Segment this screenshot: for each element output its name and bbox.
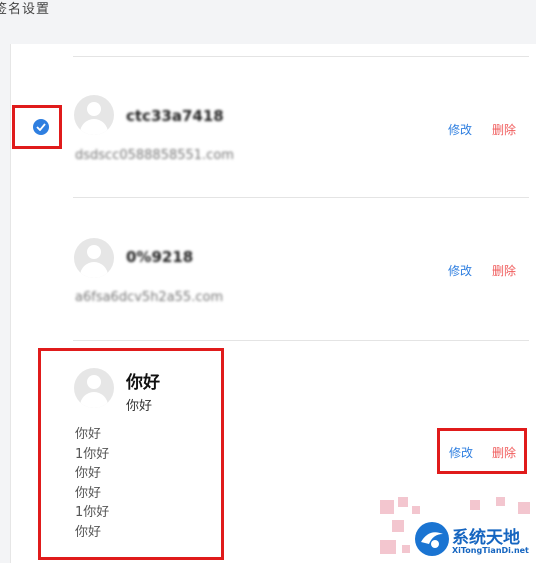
actions-highlight-box: [437, 428, 527, 474]
avatar-placeholder-icon: [74, 238, 114, 278]
page-title: 签名设置: [0, 2, 51, 17]
divider: [73, 197, 529, 198]
signature-name: 0%9218: [126, 248, 194, 266]
divider: [73, 56, 529, 57]
signature-highlight-box: [38, 348, 224, 560]
watermark-logo-icon: [415, 522, 449, 556]
delete-button[interactable]: 删除: [492, 262, 516, 279]
signature-name: ctc33a7418: [126, 107, 224, 125]
watermark-url: XiTongTianDi.net: [452, 546, 529, 555]
watermark-text: 系统天地: [452, 528, 520, 548]
edit-button[interactable]: 修改: [448, 262, 472, 279]
signature-email: dsdscc0588858551.com: [75, 148, 234, 163]
signature-email: a6fsa6dcv5h2a55.com: [75, 290, 224, 305]
divider: [73, 340, 529, 341]
avatar-placeholder-icon: [74, 95, 114, 135]
edit-button[interactable]: 修改: [448, 121, 472, 138]
delete-button[interactable]: 删除: [492, 121, 516, 138]
check-circle-icon[interactable]: [33, 119, 49, 135]
